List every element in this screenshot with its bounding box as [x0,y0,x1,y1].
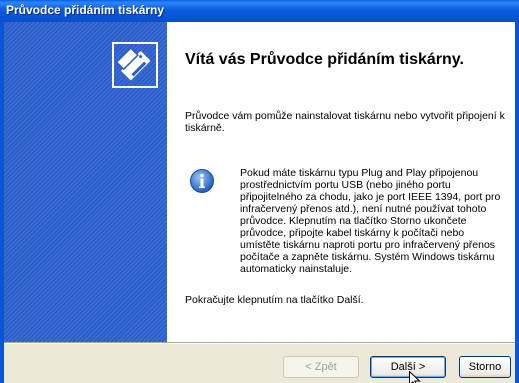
page-title: Vítá vás Průvodce přidáním tiskárny. [185,51,464,68]
next-button[interactable]: Další > [370,356,446,378]
info-icon [189,168,215,199]
continue-text: Pokračujte klepnutím na tlačítko Další. [185,294,364,306]
button-divider [4,342,515,344]
wizard-side-panel [4,22,167,342]
window-title: Průvodce přidáním tiskárny [6,3,165,17]
back-button[interactable]: < Zpět [283,356,359,378]
window-frame-right [515,22,519,383]
wizard-window: Průvodce přidáním tiskárny Vítá vás Prův… [0,0,519,383]
wizard-body: Vítá vás Průvodce přidáním tiskárny. Prů… [4,22,515,383]
cancel-button[interactable]: Storno [459,356,511,378]
printer-wizard-icon [112,42,158,93]
info-text: Pokud máte tiskárnu typu Plug and Play p… [240,167,501,275]
mouse-cursor-icon [409,370,421,383]
wizard-content: Vítá vás Průvodce přidáním tiskárny. Prů… [167,22,515,342]
intro-text: Průvodce vám pomůže nainstalovat tiskárn… [185,110,505,134]
title-bar[interactable]: Průvodce přidáním tiskárny [0,0,519,22]
